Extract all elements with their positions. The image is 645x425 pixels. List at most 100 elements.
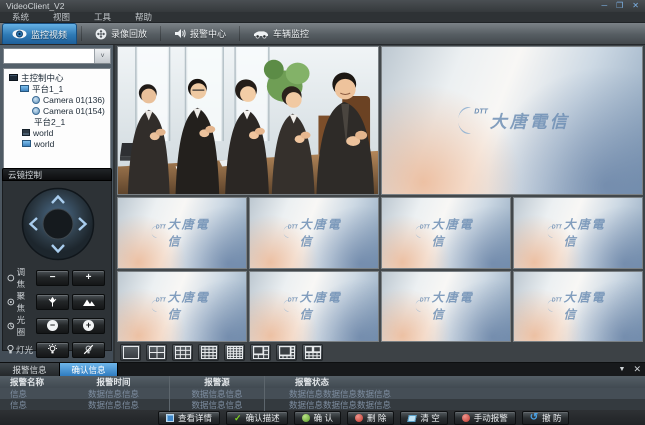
video-cell-live[interactable]	[117, 46, 379, 195]
tree-item-platform2[interactable]: 平台2_1	[4, 116, 110, 127]
tab-label: 录像回放	[111, 27, 147, 40]
window-controls: ─ ❐ ✕	[601, 1, 639, 11]
layout-button-bar	[117, 343, 645, 362]
video-cell-logo[interactable]: DTT 大唐電信	[117, 197, 247, 269]
grid-layout-icon	[227, 346, 243, 359]
tree-item-world-2[interactable]: world	[4, 138, 110, 149]
video-cell-logo[interactable]: DTT 大唐電信	[117, 271, 247, 343]
iris-close-button[interactable]: −	[36, 318, 69, 334]
tree-item-camera-136[interactable]: Camera 01(136)	[4, 94, 110, 105]
grid-layout-icon	[305, 346, 321, 359]
datang-logo: DTT 大唐電信	[546, 289, 610, 323]
cell-alarm-name: 信息	[0, 399, 58, 411]
iris-open-button[interactable]: +	[72, 318, 105, 334]
menu-view[interactable]: 视图	[41, 11, 82, 23]
layout-button[interactable]	[120, 344, 141, 361]
layout-button[interactable]	[172, 344, 193, 361]
layout-button[interactable]	[198, 344, 219, 361]
check-icon: ✓	[234, 413, 242, 424]
zoom-row-label: 调焦	[7, 266, 33, 290]
maximize-button[interactable]: ❐	[616, 1, 623, 11]
device-combobox[interactable]: ˅	[3, 48, 111, 64]
confirm-description-button[interactable]: ✓ 确认描述	[226, 411, 288, 425]
column-alarm-source: 报警源	[170, 376, 265, 388]
close-panel-icon[interactable]: ✕	[633, 364, 641, 375]
main-toolbar: 监控视频 录像回放 报警中心	[0, 23, 645, 45]
menu-tools[interactable]: 工具	[82, 11, 123, 23]
tab-vehicle-monitor[interactable]: 车辆监控	[244, 23, 318, 44]
column-alarm-time: 报警时间	[58, 376, 170, 388]
focus-far-button[interactable]	[72, 294, 105, 310]
layout-button[interactable]	[276, 344, 297, 361]
zoom-out-button[interactable]: −	[36, 270, 69, 286]
tab-playback[interactable]: 录像回放	[86, 23, 156, 44]
video-cell-logo[interactable]: DTT 大唐電信	[381, 197, 511, 269]
layout-button[interactable]	[250, 344, 271, 361]
minimize-button[interactable]: ─	[601, 1, 607, 11]
manual-alarm-button[interactable]: 手动报警	[454, 411, 516, 425]
sidebar: ˅ 主控制中心 平台1_1 Camera 01(136) Camera 01(1…	[0, 45, 115, 362]
ptz-light-row: 灯光	[7, 341, 105, 358]
tree-item-control-center[interactable]: 主控制中心	[4, 72, 110, 83]
collapse-panel-icon[interactable]: ▼	[619, 366, 626, 373]
video-cell-logo[interactable]: DTT 大唐電信	[513, 271, 643, 343]
zoom-in-button[interactable]: +	[72, 270, 105, 286]
tree-item-platform1[interactable]: 平台1_1	[4, 83, 110, 94]
view-details-button[interactable]: 查看详情	[158, 411, 220, 425]
confirm-button[interactable]: 确 认	[294, 411, 341, 425]
tree-item-label: 平台2_1	[34, 116, 65, 128]
ptz-iris-row: 光圈 − +	[7, 317, 105, 334]
alarm-panel: 报警信息 确认信息 ▼ ✕ 报警名称 报警时间 报警源 报警状态 信息 数据信息…	[0, 362, 645, 425]
light-row-label: 灯光	[7, 344, 33, 356]
layout-button[interactable]	[224, 344, 245, 361]
menu-help[interactable]: 帮助	[123, 11, 164, 23]
cell-alarm-status: 数据信息数据信息数据信息	[265, 399, 645, 411]
light-on-button[interactable]	[36, 342, 69, 358]
tab-confirm-info[interactable]: 确认信息	[60, 363, 118, 376]
video-cell-logo[interactable]: DTT 大唐電信	[249, 271, 379, 343]
logo-name: 大唐電信	[300, 215, 346, 249]
video-cell-logo[interactable]: DTT 大唐電信	[513, 197, 643, 269]
delete-button[interactable]: 删 除	[347, 411, 394, 425]
chevron-down-icon[interactable]: ˅	[94, 49, 110, 63]
focus-row-label: 聚焦	[7, 290, 33, 314]
layout-button[interactable]	[146, 344, 167, 361]
minus-circle-icon: −	[47, 320, 58, 331]
light-off-button[interactable]	[72, 342, 105, 358]
logo-abbr: DTT	[552, 224, 562, 230]
focus-near-button[interactable]	[36, 294, 69, 310]
menu-system[interactable]: 系统	[0, 11, 41, 23]
table-row[interactable]: 信息 数据信息信息 数据信息信息 数据信息数据信息数据信息	[0, 399, 645, 410]
film-reel-icon	[95, 28, 107, 40]
datang-logo: DTT 大唐電信	[282, 215, 346, 249]
video-cell-logo[interactable]: DTT 大唐電信	[249, 197, 379, 269]
tree-item-label: Camera 01(154)	[43, 106, 105, 116]
disarm-button[interactable]: ↺ 撤 防	[522, 411, 570, 425]
bulb-icon	[7, 345, 14, 354]
alarm-dot-icon	[462, 414, 470, 422]
green-dot-icon	[302, 414, 310, 422]
tab-alarm-center[interactable]: 报警中心	[165, 23, 235, 44]
logo-abbr: DTT	[156, 298, 166, 304]
logo-name: 大唐電信	[300, 289, 346, 323]
logo-name: 大唐電信	[168, 289, 214, 323]
tree-item-world-1[interactable]: world	[4, 127, 110, 138]
datang-logo: DTT 大唐電信	[282, 289, 346, 323]
video-grid: DTT 大唐電信 DTT 大唐電信	[117, 46, 643, 342]
grid-layout-icon	[201, 346, 217, 359]
table-row[interactable]: 信息 数据信息信息 数据信息信息 数据信息数据信息数据信息	[0, 388, 645, 399]
layout-button[interactable]	[302, 344, 323, 361]
tab-alarm-info[interactable]: 报警信息	[0, 363, 60, 376]
speaker-icon	[174, 28, 186, 39]
tree-item-camera-154[interactable]: Camera 01(154)	[4, 105, 110, 116]
datang-logo: DTT 大唐電信	[414, 289, 478, 323]
datang-logo: DTT 大唐電信	[414, 215, 478, 249]
ptz-panel-header[interactable]: 云镜控制	[2, 168, 112, 181]
close-button[interactable]: ✕	[632, 1, 639, 11]
ptz-direction-pad[interactable]	[21, 187, 95, 261]
clear-button[interactable]: 清 空	[400, 411, 447, 425]
column-alarm-status: 报警状态	[265, 376, 645, 388]
video-cell-logo-large[interactable]: DTT 大唐電信	[381, 46, 643, 195]
tab-monitor-video[interactable]: 监控视频	[2, 23, 77, 44]
video-cell-logo[interactable]: DTT 大唐電信	[381, 271, 511, 343]
